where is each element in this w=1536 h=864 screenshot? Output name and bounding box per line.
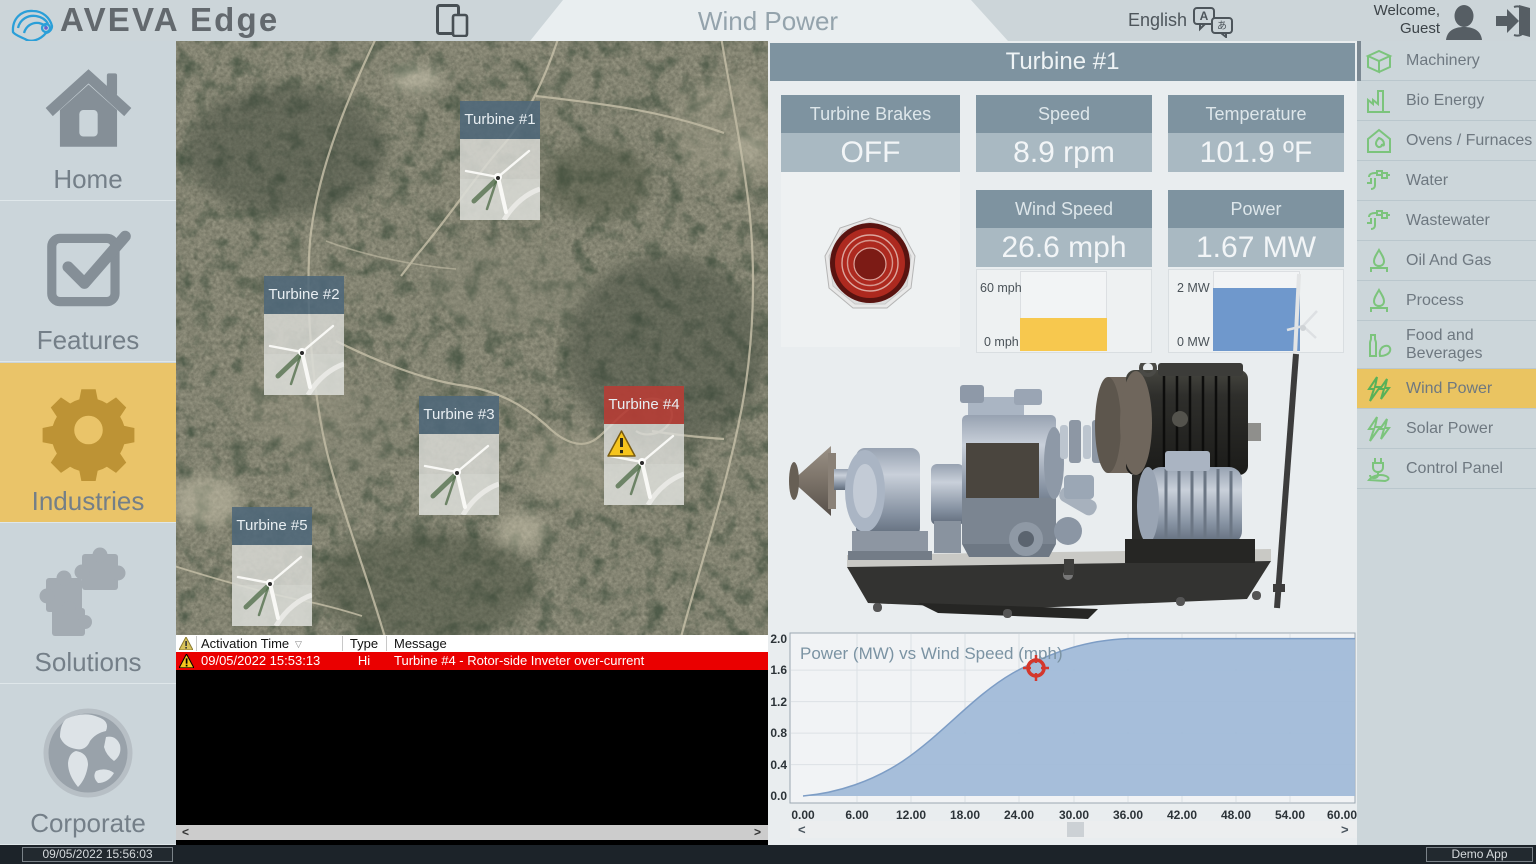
- svg-text:A: A: [1200, 9, 1209, 23]
- svg-text:あ: あ: [1217, 20, 1227, 32]
- svg-text:Power (MW) vs Wind Speed (mph): Power (MW) vs Wind Speed (mph): [800, 644, 1063, 663]
- svg-text:24.00: 24.00: [1004, 808, 1034, 822]
- svg-text:30.00: 30.00: [1059, 808, 1089, 822]
- svg-text:54.00: 54.00: [1275, 808, 1305, 822]
- svg-text:0.0: 0.0: [770, 789, 787, 803]
- svg-text:18.00: 18.00: [950, 808, 980, 822]
- svg-text:1.6: 1.6: [770, 663, 787, 677]
- svg-text:1.2: 1.2: [770, 695, 787, 709]
- svg-text:48.00: 48.00: [1221, 808, 1251, 822]
- svg-text:42.00: 42.00: [1167, 808, 1197, 822]
- svg-text:60.00: 60.00: [1327, 808, 1357, 822]
- svg-text:0.8: 0.8: [770, 726, 787, 740]
- svg-text:36.00: 36.00: [1113, 808, 1143, 822]
- svg-text:6.00: 6.00: [845, 808, 869, 822]
- svg-text:12.00: 12.00: [896, 808, 926, 822]
- svg-text:0.4: 0.4: [770, 758, 787, 772]
- svg-text:0.00: 0.00: [791, 808, 815, 822]
- svg-text:2.0: 2.0: [770, 632, 787, 646]
